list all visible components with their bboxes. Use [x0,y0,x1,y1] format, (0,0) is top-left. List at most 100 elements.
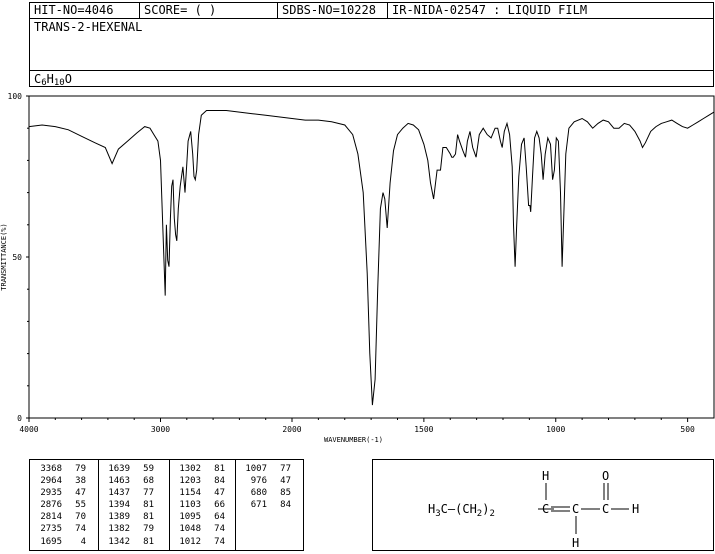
struct-c3: C [602,502,609,516]
peak-wavenumber: 671 [250,500,267,511]
chart-axes: 4000 3000 2000 1500 1000 500 0 50 100 WAVENUMBER(… [0,92,715,444]
peak-column-separator [169,460,170,550]
peak-row: 976 47 [237,475,291,487]
struct-h-right: H [632,502,639,516]
peak-transmittance: 79 [143,524,154,535]
peak-transmittance: 85 [280,488,291,499]
peak-transmittance: 70 [75,512,86,523]
peak-wavenumber: 1639 [108,464,130,474]
peak-row: 1463 68 [100,475,154,487]
peak-wavenumber: 1389 [108,512,130,523]
peak-row: 2735 74 [32,523,86,535]
struct-h3: H3C—(CH2)2 [428,502,495,519]
peak-wavenumber: 1154 [179,488,201,499]
plot-frame [28,95,715,419]
peak-transmittance: 84 [280,500,291,511]
peak-column: 1639 59 1463 68 1437 77 1394 81 1389 81 1382 79 1342… [100,463,154,548]
struct-h-bottom: H [572,536,579,550]
peak-row: 2814 70 [32,511,86,523]
peak-row: 1382 79 [100,523,154,535]
peak-row: 680 85 [237,487,291,499]
x-tick-label: 3000 [151,425,170,434]
ir-spectrum-chart: 4000 3000 2000 1500 1000 500 0 50 100 WAVENUMBER(… [0,92,715,444]
peak-column-separator [235,460,236,550]
peak-wavenumber: 1394 [108,500,130,511]
peak-row: 1203 84 [171,475,225,487]
peak-transmittance: 74 [214,524,225,535]
peak-wavenumber: 1437 [108,488,130,499]
peak-table: 3368 79 2964 38 2935 47 2876 55 2814 70 2735 74 1695… [29,459,304,551]
peak-row: 1389 81 [100,511,154,523]
x-tick-label: 1000 [546,425,565,434]
peak-row: 1048 74 [171,523,225,535]
peak-wavenumber: 1203 [179,476,201,487]
peak-row: 1103 66 [171,499,225,511]
peak-transmittance: 77 [280,464,291,474]
peak-column: 1302 81 1203 84 1154 47 1103 66 1095 64 1048 74 1012… [171,463,225,548]
peak-transmittance: 81 [143,500,154,511]
peak-row: 1095 64 [171,511,225,523]
peak-transmittance: 38 [75,476,86,487]
peak-transmittance: 4 [80,536,86,547]
struct-oxygen: O [602,469,609,483]
peak-transmittance: 81 [214,464,225,474]
peak-row: 1012 74 [171,536,225,548]
peak-transmittance: 68 [143,476,154,487]
peak-wavenumber: 1463 [108,476,130,487]
structure-panel: H3C—(CH2)2 C C C H H H O [372,459,714,551]
peak-row: 3368 79 [32,463,86,475]
x-tick-label: 4000 [19,425,38,434]
spectrum-line [28,110,715,406]
peak-transmittance: 47 [214,488,225,499]
peak-row: 1394 81 [100,499,154,511]
struct-c1: C [542,502,549,516]
peak-row: 1302 81 [171,463,225,475]
x-tick-label: 1500 [414,425,433,434]
peak-row: 1154 47 [171,487,225,499]
y-tick-label: 50 [12,253,22,262]
peak-wavenumber: 1382 [108,524,130,535]
peak-row: 1639 59 [100,463,154,475]
peak-transmittance: 79 [75,464,86,474]
peak-row: 2876 55 [32,499,86,511]
peak-row: 1007 77 [237,463,291,475]
peak-row: 2935 47 [32,487,86,499]
y-axis-label: TRANSMITTANCE(%) [0,223,8,290]
peak-column: 3368 79 2964 38 2935 47 2876 55 2814 70 2735 74 1695… [32,463,86,548]
peak-transmittance: 55 [75,500,86,511]
peak-transmittance: 66 [214,500,225,511]
peak-transmittance: 81 [143,512,154,523]
peak-transmittance: 64 [214,512,225,523]
peak-transmittance: 77 [143,488,154,499]
peak-transmittance: 59 [143,464,154,474]
peak-transmittance: 81 [143,536,154,547]
peak-row: 1695 4 [32,536,86,548]
x-axis-label: WAVENUMBER(-1) [324,436,383,444]
peak-wavenumber: 1095 [179,512,201,523]
peak-row: 1437 77 [100,487,154,499]
peak-column-separator [98,460,99,550]
peak-wavenumber: 976 [250,476,267,487]
peak-transmittance: 84 [214,476,225,487]
x-tick-label: 2000 [282,425,301,434]
peak-transmittance: 47 [280,476,291,487]
y-tick-label: 100 [8,92,23,101]
peak-column: 1007 77 976 47 680 85 671 84 [237,463,291,511]
peak-wavenumber: 1048 [179,524,201,535]
y-tick-label: 0 [17,414,22,423]
peak-wavenumber: 1007 [245,464,267,474]
peak-wavenumber: 3368 [40,464,62,474]
peak-transmittance: 74 [75,524,86,535]
struct-c2: C [572,502,579,516]
x-tick-label: 500 [680,425,695,434]
peak-wavenumber: 1302 [179,464,201,474]
struct-h-top: H [542,469,549,483]
peak-row: 1342 81 [100,536,154,548]
peak-wavenumber: 2735 [40,524,62,535]
peak-row: 671 84 [237,499,291,511]
peak-wavenumber: 2814 [40,512,62,523]
peak-wavenumber: 680 [250,488,267,499]
peak-wavenumber: 1342 [108,536,130,547]
structure-diagram: H3C—(CH2)2 C C C H H H O [428,469,639,550]
peak-transmittance: 47 [75,488,86,499]
